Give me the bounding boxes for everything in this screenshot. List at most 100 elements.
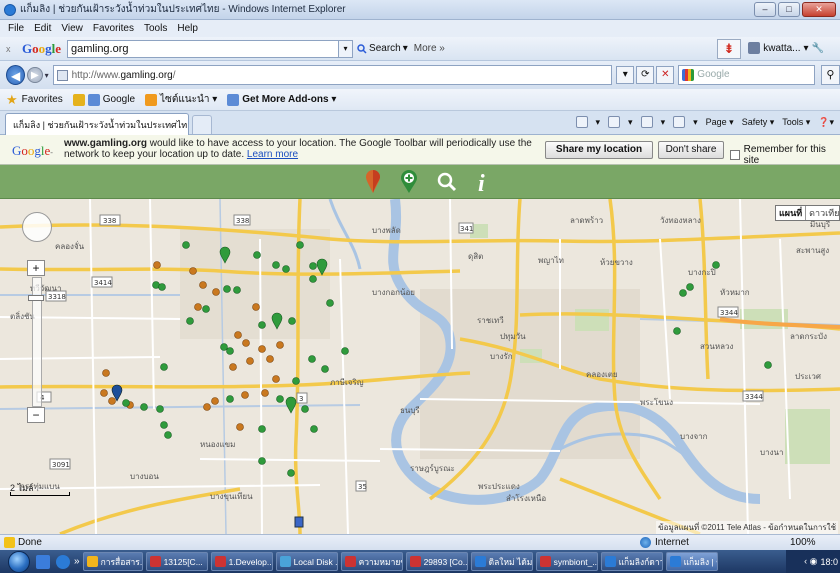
taskbar-item[interactable]: ดิลใหม่ ได้ม...	[470, 552, 533, 571]
flag-marker-icon[interactable]	[360, 168, 386, 196]
remember-option[interactable]: Remember for this site	[730, 144, 840, 166]
dont-share-button[interactable]: Don't share	[658, 141, 724, 159]
taskbar-item[interactable]: ความหมายข...	[340, 552, 403, 571]
zoom-out-button[interactable]: −	[27, 407, 45, 423]
favorites-button[interactable]: Favorites	[22, 94, 63, 105]
start-button[interactable]	[8, 550, 30, 573]
browser-search-icon[interactable]: ⚲	[820, 65, 840, 85]
map-label: คลองเตย	[586, 370, 618, 379]
download-arrow-icon[interactable]: ⇟	[717, 39, 741, 59]
more-button[interactable]: More »	[414, 43, 445, 54]
tools-menu[interactable]: Tools ▾	[782, 117, 810, 128]
svg-text:3091: 3091	[52, 461, 70, 469]
new-tab-button[interactable]	[192, 115, 212, 134]
help-icon[interactable]: ❓▾	[818, 117, 834, 128]
close-toolbar-icon[interactable]: x	[6, 44, 18, 54]
map-label: บางจาก	[680, 432, 708, 441]
flood-map[interactable]: คลองจั่น บางพลัด ดุสิต พญาไท ห้วยขวาง บา…	[0, 199, 840, 534]
tab-gamling[interactable]: แก็มลิง | ช่วยกันเฝ้าระวังน้ำท่วมในประเท…	[5, 113, 189, 135]
taskbar-item[interactable]: 13125[C...	[145, 552, 208, 571]
map-type-control[interactable]: แผนที่ ดาวเทียม	[775, 205, 840, 221]
search-icon[interactable]	[434, 168, 460, 196]
map-label: บางขุนเทียน	[210, 492, 253, 501]
google-search-button[interactable]: Search ▾	[357, 43, 408, 54]
status-bar: Done Internet 100%	[0, 534, 840, 550]
map-label: พระโขนง	[640, 397, 673, 407]
infobar-message: www.gamling.org would like to have acces…	[64, 138, 534, 160]
map-type-satellite[interactable]: ดาวเทียม	[806, 206, 839, 220]
tray-icons[interactable]: ‹ ◉	[804, 556, 817, 567]
add-marker-icon[interactable]	[396, 168, 422, 196]
show-desktop-icon[interactable]	[36, 554, 50, 569]
google-search-dropdown-icon[interactable]: ▾	[339, 39, 354, 58]
favorite-addons-label: Get More Add-ons ▾	[242, 94, 337, 105]
remember-checkbox[interactable]	[730, 150, 740, 160]
mail-icon[interactable]	[640, 116, 653, 128]
menu-edit[interactable]: Edit	[34, 23, 51, 34]
map-canvas[interactable]: คลองจั่น บางพลัด ดุสิต พญาไท ห้วยขวาง บา…	[0, 199, 840, 534]
google-logo: Google	[22, 40, 62, 56]
taskbar-item[interactable]: 1.Develop...	[210, 552, 273, 571]
favorite-suggested[interactable]: ไซต์แนะนำ ▾	[145, 92, 217, 107]
favorite-addons[interactable]: Get More Add-ons ▾	[227, 93, 337, 106]
menu-help[interactable]: Help	[177, 23, 198, 34]
menu-view[interactable]: View	[61, 23, 83, 34]
taskbar-item[interactable]: Local Disk ...	[275, 552, 338, 571]
safety-menu[interactable]: Safety ▾	[742, 117, 775, 128]
print-icon[interactable]	[673, 116, 686, 128]
scale-bar	[10, 492, 70, 496]
taskbar-item-active[interactable]: แก็มลิง | ช่วย...	[665, 552, 718, 571]
favorites-bar: ★ Favorites Google ไซต์แนะนำ ▾ Get More …	[0, 89, 840, 111]
url-prefix: http://www.	[71, 69, 121, 81]
page-icon	[56, 69, 68, 81]
remember-label: Remember for this site	[743, 144, 826, 166]
refresh-icon[interactable]: ⟳	[636, 66, 655, 84]
learn-more-link[interactable]: Learn more	[247, 149, 298, 160]
zoom-in-button[interactable]: +	[27, 260, 45, 276]
quicklaunch-overflow-icon[interactable]: »	[74, 556, 80, 567]
security-zone[interactable]: Internet	[640, 537, 689, 548]
wrench-icon[interactable]: 🔧	[812, 43, 824, 54]
feeds-icon[interactable]	[608, 116, 621, 128]
menu-favorites[interactable]: Favorites	[93, 23, 134, 34]
google-toolbar-search-input[interactable]: gamling.org	[67, 39, 340, 58]
menu-tools[interactable]: Tools	[144, 23, 167, 34]
map-label: สะพานสูง	[796, 246, 829, 256]
menu-bar: File Edit View Favorites Tools Help	[0, 20, 840, 37]
map-label: ภาษีเจริญ	[330, 378, 364, 387]
taskbar-item[interactable]: 29893 [Co...	[405, 552, 468, 571]
browser-search-input[interactable]: Google	[678, 65, 815, 85]
page-menu[interactable]: Page ▾	[706, 117, 734, 128]
close-button[interactable]: ✕	[802, 2, 836, 17]
taskbar-item[interactable]: symbiont_...	[535, 552, 598, 571]
url-actions: ▾ ⟳ ✕	[616, 66, 675, 84]
maximize-button[interactable]: □	[778, 2, 800, 17]
zoom-level[interactable]: 100%	[790, 537, 816, 548]
status-done-label: Done	[18, 537, 42, 548]
ie-quicklaunch-icon[interactable]	[56, 554, 70, 569]
share-location-button[interactable]: Share my location	[545, 141, 653, 159]
clock[interactable]: 18:0	[820, 557, 838, 567]
home-icon[interactable]	[575, 116, 588, 128]
history-dropdown-icon[interactable]: ▾	[45, 71, 49, 80]
map-label: ราษฎร์บูรณะ	[410, 463, 455, 474]
forward-button[interactable]: ▶	[27, 67, 43, 83]
zoom-slider-thumb[interactable]	[28, 295, 44, 301]
menu-file[interactable]: File	[8, 23, 24, 34]
info-icon[interactable]: i	[470, 168, 496, 196]
taskbar-item[interactable]: การสื่อสาร...	[82, 552, 143, 571]
map-type-map[interactable]: แผนที่	[776, 206, 807, 220]
map-label: บางรัก	[490, 352, 513, 361]
favorite-google[interactable]: Google	[72, 93, 135, 106]
back-button[interactable]: ◀	[6, 65, 26, 85]
minimize-button[interactable]: –	[754, 2, 776, 17]
map-label: หัวหมาก	[720, 288, 750, 297]
taskbar-item[interactable]: แก็มลิงก์ดาว...	[600, 552, 663, 571]
map-copyright[interactable]: ข้อมูลแผนที่ ©2011 Tele Atlas - ข้อกำหนด…	[656, 521, 838, 534]
google-user-menu[interactable]: kwatta... ▾ 🔧	[748, 42, 824, 54]
stop-icon[interactable]: ✕	[656, 66, 675, 84]
map-pan-control[interactable]	[22, 212, 52, 242]
url-dropdown-icon[interactable]: ▾	[616, 66, 635, 84]
url-field[interactable]: http://www. gamling.org /	[52, 65, 613, 85]
favorites-star-icon[interactable]: ★	[6, 92, 18, 108]
